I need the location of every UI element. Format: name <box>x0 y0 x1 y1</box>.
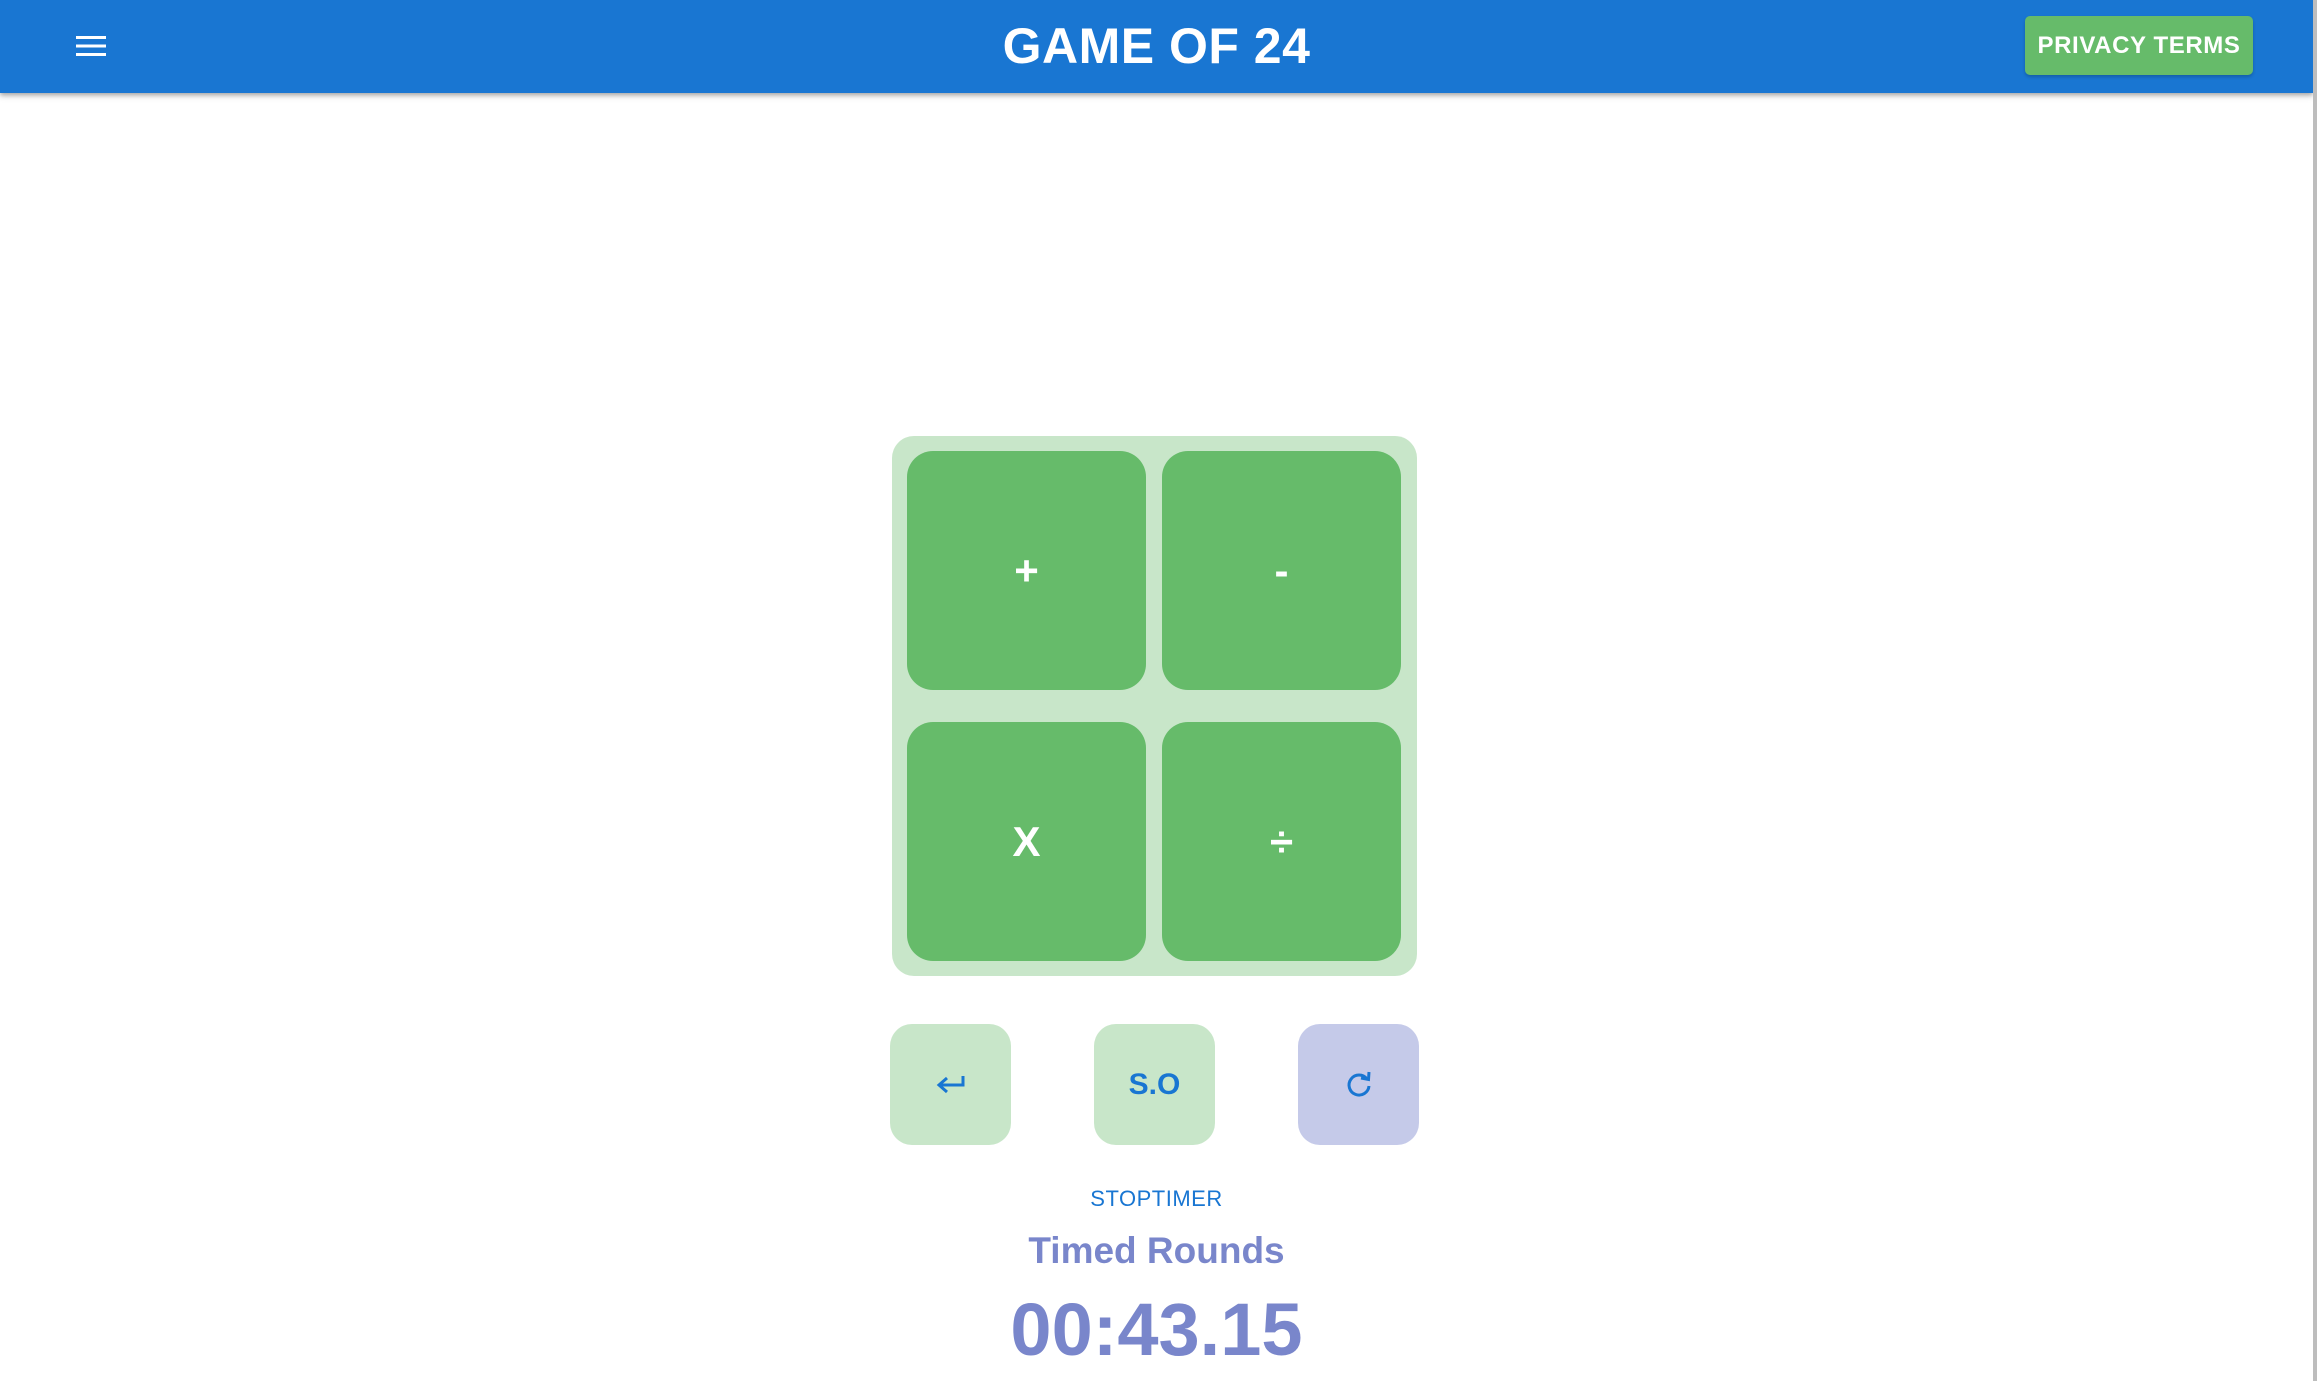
plus-operator-tile[interactable]: + <box>907 451 1146 690</box>
reset-button[interactable] <box>1298 1024 1419 1145</box>
hamburger-menu-icon <box>76 36 106 56</box>
minus-operator-tile[interactable]: - <box>1162 451 1401 690</box>
divide-operator-tile[interactable]: ÷ <box>1162 722 1401 961</box>
menu-button[interactable] <box>60 20 122 72</box>
scrollbar-track[interactable] <box>2313 0 2317 1381</box>
undo-arrow-icon <box>936 1075 964 1093</box>
solve-button[interactable]: S.O <box>1094 1024 1215 1145</box>
privacy-terms-button[interactable]: PRIVACY TERMS <box>2025 16 2253 75</box>
scrollbar-thumb[interactable] <box>2313 0 2317 1381</box>
undo-button[interactable] <box>890 1024 1011 1145</box>
timer-display: 00:43.15 <box>1010 1288 1303 1371</box>
operator-board: + - X ÷ <box>892 436 1417 976</box>
multiply-operator-tile[interactable]: X <box>907 722 1146 961</box>
stop-timer-button[interactable]: STOPTIMER <box>0 1186 2313 1212</box>
page: GAME OF 24 PRIVACY TERMS + - X ÷ S.O STO… <box>0 0 2317 1381</box>
app-bar: GAME OF 24 PRIVACY TERMS <box>0 0 2313 93</box>
app-title: GAME OF 24 <box>1002 18 1311 74</box>
refresh-icon <box>1347 1071 1370 1097</box>
mode-label: Timed Rounds <box>1028 1230 1285 1271</box>
